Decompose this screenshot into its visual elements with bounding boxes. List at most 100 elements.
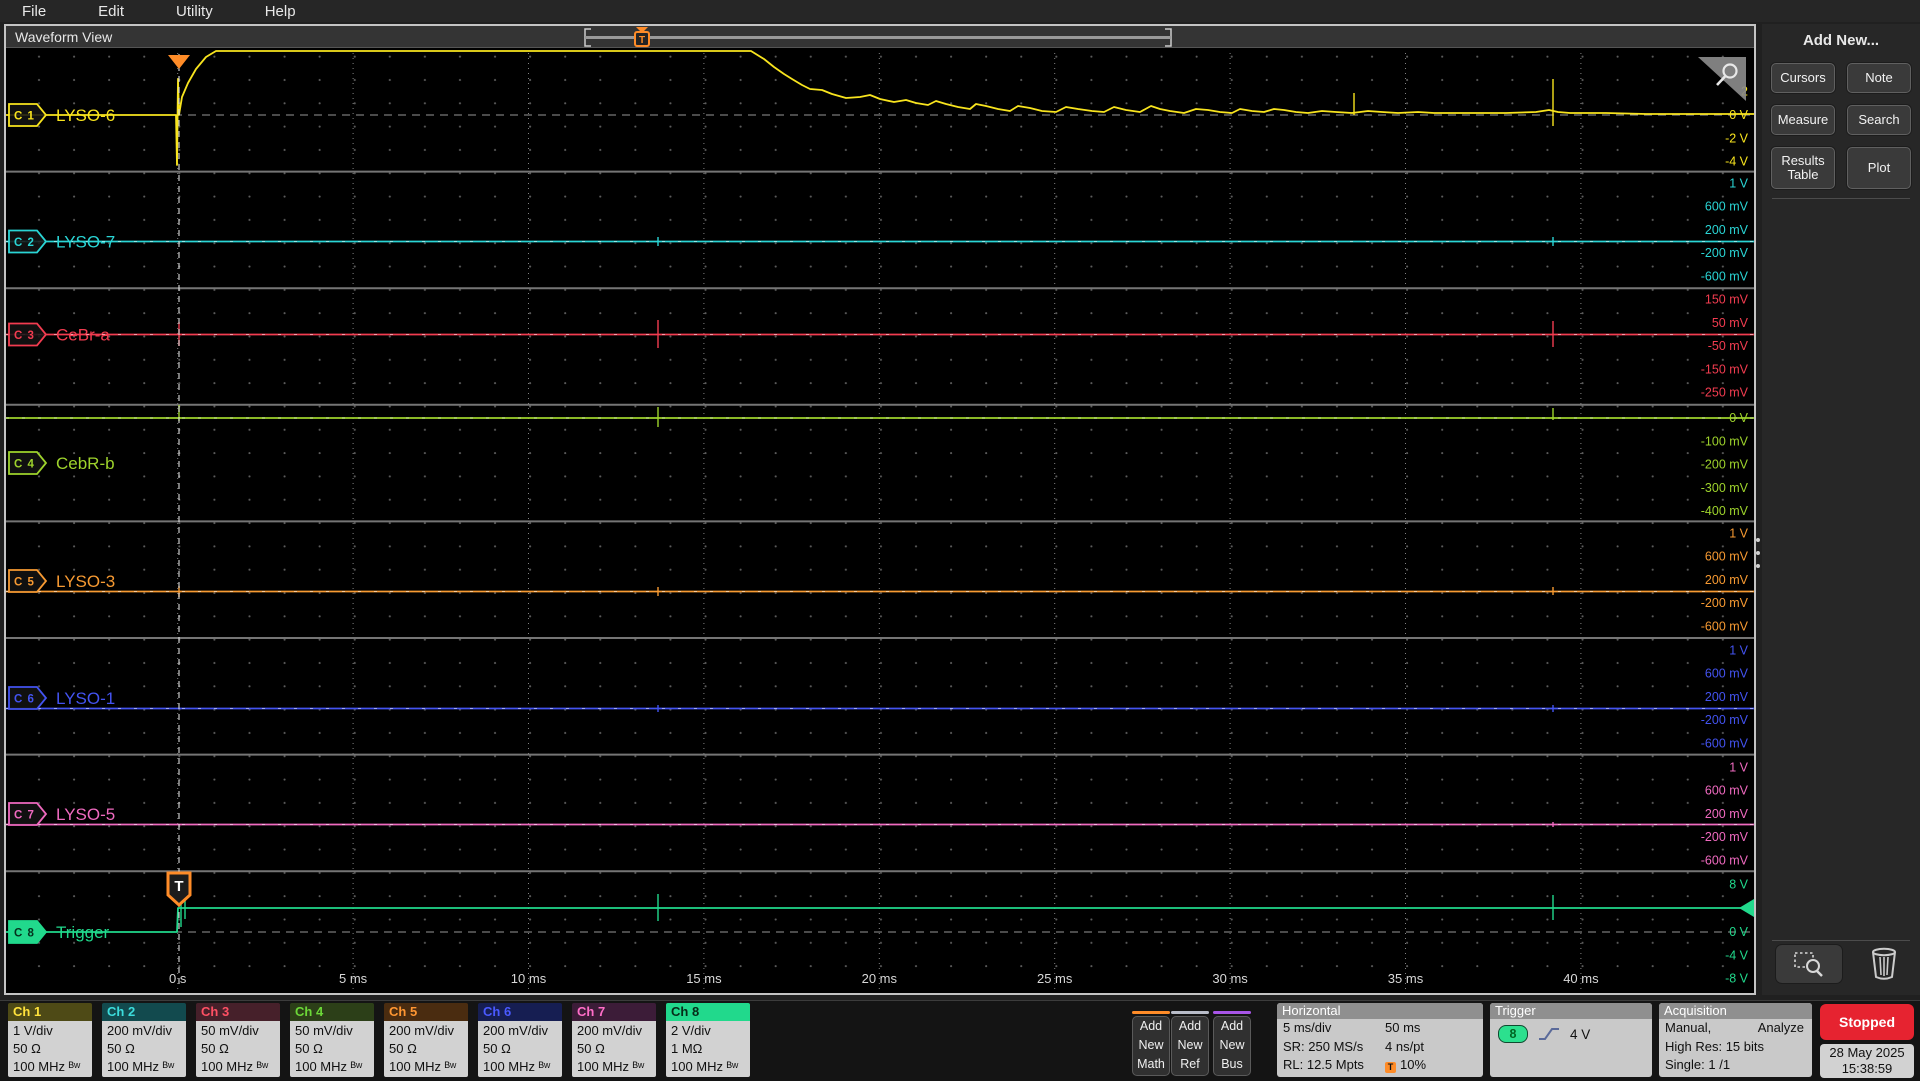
horizontal-scale: 5 ms/div [1283, 1020, 1332, 1035]
svg-text:T: T [174, 878, 183, 895]
scale-tick-label: -8 V [1725, 972, 1749, 986]
scale-tick-label: 1 V [1729, 760, 1748, 774]
time-axis-label: 5 ms [339, 971, 368, 986]
trigger-panel-title: Trigger [1490, 1003, 1652, 1019]
add-new-cursors-button[interactable]: Cursors [1771, 63, 1835, 93]
channel-tag-label: C 8 [14, 928, 35, 940]
channel-badge-ch4[interactable]: Ch 4 50 mV/div 50 Ω 100 MHz ᴮʷ [290, 1003, 374, 1077]
add-new-results-table-button[interactable]: Results Table [1771, 147, 1835, 189]
scale-tick-label: 600 mV [1705, 784, 1749, 798]
time-axis-label: 35 ms [1388, 971, 1424, 986]
channel-badge-ch3[interactable]: Ch 3 50 mV/div 50 Ω 100 MHz ᴮʷ [196, 1003, 280, 1077]
waveform-view-title: Waveform View [15, 28, 113, 45]
channel-badge-settings: 200 mV/div 50 Ω 100 MHz ᴮʷ [384, 1021, 468, 1077]
channel-name-label: LYSO-3 [56, 572, 115, 591]
horizontal-minimap[interactable]: T [583, 27, 1173, 48]
trigger-source-badge: 8 [1498, 1025, 1528, 1043]
trigger-position-icon: T [1385, 1062, 1396, 1073]
acquisition-panel[interactable]: Acquisition Manual, Analyze High Res: 15… [1659, 1003, 1812, 1077]
channel-badge-header: Ch 7 [572, 1003, 656, 1021]
scale-tick-label: 50 mV [1712, 316, 1749, 330]
channel-badge-header: Ch 4 [290, 1003, 374, 1021]
scale-tick-label: 0 V [1729, 925, 1748, 939]
channel-name-label: LYSO-5 [56, 805, 115, 824]
add-new-measure-button[interactable]: Measure [1771, 105, 1835, 135]
scale-tick-label: 1 V [1729, 526, 1748, 540]
scale-tick-label: -200 mV [1701, 713, 1749, 727]
scale-tick-label: -600 mV [1701, 620, 1749, 634]
trigger-panel[interactable]: Trigger 8 4 V [1490, 1003, 1652, 1077]
channel-badge-ch2[interactable]: Ch 2 200 mV/div 50 Ω 100 MHz ᴮʷ [102, 1003, 186, 1077]
time-axis-label: 40 ms [1563, 971, 1599, 986]
scale-tick-label: -400 mV [1701, 504, 1749, 518]
scale-tick-label: -200 mV [1701, 458, 1749, 472]
trigger-level: 4 V [1570, 1026, 1591, 1042]
channel-badge-settings: 50 mV/div 50 Ω 100 MHz ᴮʷ [196, 1021, 280, 1077]
horizontal-trigger-position: T 10% [1385, 1056, 1426, 1075]
scale-tick-label: -200 mV [1701, 246, 1749, 260]
channel-tag-label: C 3 [14, 330, 35, 342]
channel-name-label: LYSO-1 [56, 689, 115, 708]
scale-tick-label: 600 mV [1705, 200, 1749, 214]
add-new-header: Add New... [1802, 32, 1880, 49]
panel-drag-handle[interactable] [1755, 538, 1761, 568]
acquisition-panel-title: Acquisition [1659, 1003, 1812, 1019]
add-new-note-button[interactable]: Note [1847, 63, 1911, 93]
add-new-math-button[interactable]: Add New Math [1132, 1011, 1170, 1077]
channel-badge-ch7[interactable]: Ch 7 200 mV/div 50 Ω 100 MHz ᴮʷ [572, 1003, 656, 1077]
menu-help[interactable]: Help [265, 3, 296, 20]
menu-edit[interactable]: Edit [98, 3, 124, 20]
accent-line [1171, 1011, 1209, 1014]
time-axis-label: 0 s [169, 971, 187, 986]
channel-tag-label: C 2 [14, 237, 35, 249]
run-stop-status-button[interactable]: Stopped [1820, 1004, 1914, 1040]
channel-badge-settings: 200 mV/div 50 Ω 100 MHz ᴮʷ [478, 1021, 562, 1077]
scope-graticule[interactable]: 0 s 5 ms 10 ms 15 ms 20 ms 25 ms 30 ms 35 ms 40 … [6, 49, 1754, 993]
channel-badge-header: Ch 8 [666, 1003, 750, 1021]
channel-badge-ch6[interactable]: Ch 6 200 mV/div 50 Ω 100 MHz ᴮʷ [478, 1003, 562, 1077]
horizontal-panel-title: Horizontal [1277, 1003, 1483, 1019]
scale-tick-label: 200 mV [1705, 223, 1749, 237]
button-label: Add New Math [1132, 1016, 1170, 1076]
scale-tick-label: 200 mV [1705, 807, 1749, 821]
channel-tag-label: C 1 [14, 111, 35, 123]
settings-bar: Ch 11 V/div 50 Ω 100 MHz ᴮʷ Ch 2 200 mV/div 5… [0, 1000, 1920, 1081]
channel-badge-header: Ch 6 [478, 1003, 562, 1021]
add-new-search-button[interactable]: Search [1847, 105, 1911, 135]
acquisition-mode: Manual, [1665, 1020, 1712, 1035]
horizontal-record-length: RL: 12.5 Mpts [1283, 1057, 1364, 1072]
zoom-select-button[interactable] [1776, 945, 1842, 983]
add-new-bus-button[interactable]: Add New Bus [1213, 1011, 1251, 1077]
channel-badge-ch1[interactable]: Ch 11 V/div 50 Ω 100 MHz ᴮʷ [8, 1003, 92, 1077]
scale-tick-label: -100 mV [1701, 434, 1749, 448]
trash-button[interactable] [1866, 943, 1902, 983]
scale-tick-label: -600 mV [1701, 270, 1749, 284]
scale-tick-label: 0 V [1729, 411, 1748, 425]
channel-badge-settings: 2 V/div 1 MΩ 100 MHz ᴮʷ [666, 1021, 750, 1077]
scale-tick-label: -2 V [1725, 131, 1749, 145]
waveform-view-container: Waveform View T 0 s 5 ms 10 ms 15 ms 20 ms 25… [4, 24, 1756, 995]
panel-divider [1772, 940, 1910, 941]
scale-tick-label: -600 mV [1701, 737, 1749, 751]
waveform-plot[interactable]: 0 s 5 ms 10 ms 15 ms 20 ms 25 ms 30 ms 35 ms 40 … [6, 49, 1754, 993]
trash-icon [1872, 947, 1896, 980]
acquisition-analyze: Analyze [1757, 1020, 1804, 1035]
horizontal-sample-rate: SR: 250 MS/s [1283, 1038, 1364, 1054]
button-label: Add New Ref [1171, 1016, 1209, 1076]
channel-tag-label: C 4 [14, 459, 35, 471]
horizontal-panel[interactable]: Horizontal 5 ms/div 50 ms SR: 250 MS/s 4 n… [1277, 1003, 1483, 1077]
add-new-ref-button[interactable]: Add New Ref [1171, 1011, 1209, 1077]
channel-badge-ch8[interactable]: Ch 82 V/div 1 MΩ 100 MHz ᴮʷ [666, 1003, 750, 1077]
time-axis-label: 20 ms [862, 971, 898, 986]
scale-tick-label: -4 V [1725, 155, 1749, 169]
acquisition-single: Single: 1 /1 [1665, 1057, 1731, 1072]
channel-badge-header: Ch 3 [196, 1003, 280, 1021]
channel-badge-settings: 50 mV/div 50 Ω 100 MHz ᴮʷ [290, 1021, 374, 1077]
channel-name-label: LYSO-6 [56, 106, 115, 125]
menu-file[interactable]: File [22, 3, 46, 20]
channel-badge-ch5[interactable]: Ch 5 200 mV/div 50 Ω 100 MHz ᴮʷ [384, 1003, 468, 1077]
add-new-plot-button[interactable]: Plot [1847, 147, 1911, 189]
scale-tick-label: -600 mV [1701, 854, 1749, 868]
menu-utility[interactable]: Utility [176, 3, 213, 20]
channel-name-label: Trigger [56, 923, 110, 942]
